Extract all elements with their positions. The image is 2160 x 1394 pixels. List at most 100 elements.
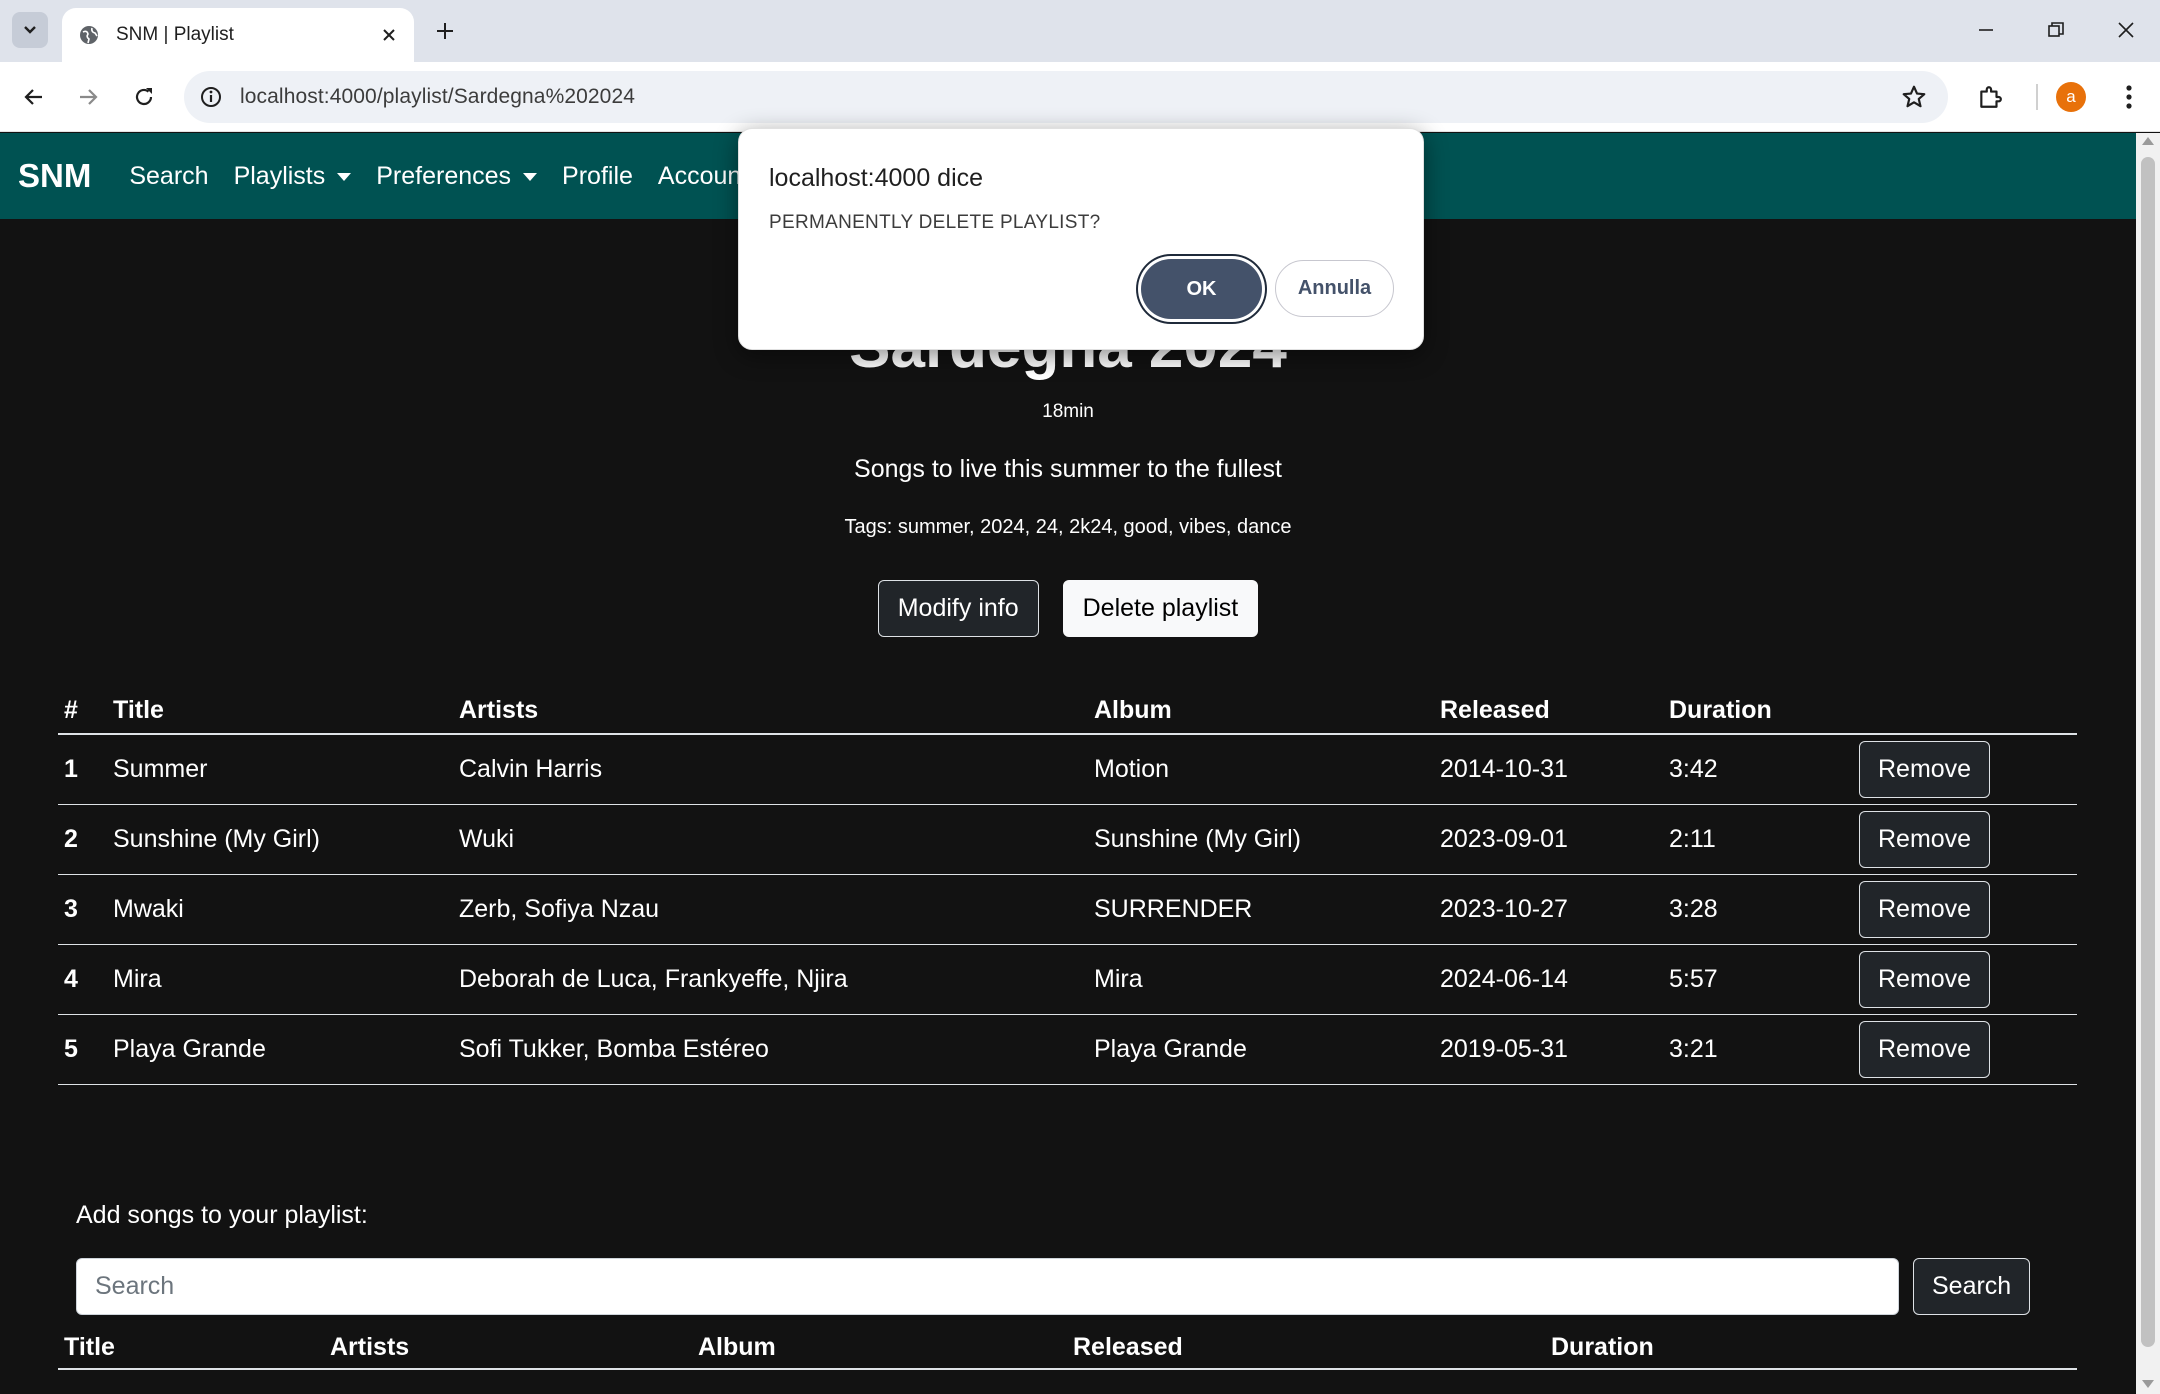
nav-account[interactable]: Account [658, 162, 748, 191]
nav-preferences-label: Preferences [376, 161, 512, 190]
tab-search-dropdown[interactable] [12, 12, 48, 48]
song-number: 4 [58, 944, 107, 1015]
nav-profile-label: Profile [562, 161, 633, 190]
playlist-duration: 18min [1042, 401, 1094, 422]
song-artists: Wuki [453, 804, 1088, 875]
col-header-title: Title [107, 687, 453, 735]
close-icon [2118, 22, 2134, 38]
table-row: 2 Sunshine (My Girl) Wuki Sunshine (My G… [58, 804, 2077, 875]
song-search-input[interactable]: Search [76, 1258, 1899, 1315]
song-artists: Deborah de Luca, Frankyeffe, Njira [453, 944, 1088, 1015]
nav-preferences-dropdown[interactable]: Preferences [376, 161, 538, 191]
song-duration: 3:28 [1663, 874, 1853, 945]
song-album: Mira [1088, 944, 1434, 1015]
playlist-actions: Modify info Delete playlist [0, 580, 2136, 637]
song-released: 2019-05-31 [1434, 1014, 1663, 1085]
song-title: Mira [107, 944, 453, 1015]
new-tab-button[interactable] [428, 14, 462, 48]
nav-playlists-dropdown[interactable]: Playlists [234, 162, 352, 191]
remove-song-button[interactable]: Remove [1859, 1020, 1991, 1078]
song-album: SURRENDER [1088, 874, 1434, 945]
reload-button[interactable] [124, 77, 164, 117]
song-search-button[interactable]: Search [1913, 1258, 2031, 1315]
tab-title: SNM | Playlist [116, 24, 234, 45]
page-scrollbar[interactable] [2136, 133, 2160, 1394]
song-actions: Remove [1853, 734, 2077, 805]
scroll-up-icon[interactable] [2142, 137, 2154, 145]
song-title: Mwaki [107, 874, 453, 945]
nav-search[interactable]: Search [129, 162, 208, 191]
results-col-title: Title [64, 1333, 115, 1361]
brand-logo[interactable]: SNM [18, 157, 91, 195]
remove-song-button[interactable]: Remove [1859, 810, 1991, 868]
add-songs-label: Add songs to your playlist: [76, 1201, 368, 1229]
results-col-artists: Artists [330, 1333, 410, 1361]
forward-button[interactable] [68, 77, 108, 117]
table-row: 4 Mira Deborah de Luca, Frankyeffe, Njir… [58, 944, 2077, 1015]
song-artists: Sofi Tukker, Bomba Estéreo [453, 1014, 1088, 1085]
col-header-album: Album [1088, 687, 1434, 735]
col-header-released: Released [1434, 687, 1663, 735]
remove-song-button[interactable]: Remove [1859, 880, 1991, 938]
song-title: Playa Grande [107, 1014, 453, 1085]
results-col-released: Released [1073, 1333, 1183, 1361]
remove-song-button[interactable]: Remove [1859, 740, 1991, 798]
nav-profile[interactable]: Profile [562, 162, 633, 191]
col-header-duration: Duration [1663, 687, 1853, 735]
song-title: Sunshine (My Girl) [107, 804, 453, 875]
song-released: 2014-10-31 [1434, 734, 1663, 805]
table-header-row: # Title Artists Album Released Duration [58, 687, 2077, 735]
caret-down-icon [337, 173, 352, 181]
dialog-title: localhost:4000 dice [769, 164, 984, 192]
profile-avatar[interactable]: a [2056, 82, 2086, 112]
nav-search-label: Search [129, 161, 209, 190]
modify-info-button[interactable]: Modify info [877, 580, 1039, 637]
dialog-cancel-button[interactable]: Annulla [1275, 260, 1394, 317]
minimize-button[interactable] [1962, 10, 2010, 50]
browser-tab-bar: SNM | Playlist [0, 0, 2160, 62]
song-released: 2024-06-14 [1434, 944, 1663, 1015]
song-actions: Remove [1853, 1014, 2077, 1085]
results-col-album: Album [698, 1333, 776, 1361]
globe-icon [78, 24, 100, 46]
song-actions: Remove [1853, 944, 2077, 1015]
song-album: Motion [1088, 734, 1434, 805]
toolbar-divider [2036, 84, 2038, 110]
song-duration: 3:21 [1663, 1014, 1853, 1085]
playlist-songs-table: # Title Artists Album Released Duration … [58, 687, 2077, 1085]
results-col-duration: Duration [1551, 1333, 1654, 1361]
dialog-message: PERMANENTLY DELETE PLAYLIST? [769, 212, 1101, 233]
browser-tab-active[interactable]: SNM | Playlist [62, 8, 414, 62]
address-bar[interactable]: localhost:4000/playlist/Sardegna%202024 [184, 71, 1948, 123]
extensions-button[interactable] [1970, 77, 2010, 117]
minimize-icon [1979, 29, 1993, 31]
delete-playlist-button[interactable]: Delete playlist [1062, 580, 1259, 637]
scroll-down-icon[interactable] [2142, 1380, 2154, 1388]
bookmark-star-icon[interactable] [1896, 79, 1932, 115]
scrollbar-thumb[interactable] [2141, 157, 2155, 1347]
song-album: Sunshine (My Girl) [1088, 804, 1434, 875]
song-title: Summer [107, 734, 453, 805]
url-text[interactable]: localhost:4000/playlist/Sardegna%202024 [240, 85, 1896, 109]
site-info-icon[interactable] [198, 84, 224, 110]
close-icon[interactable] [374, 20, 404, 50]
arrow-left-icon [24, 89, 42, 105]
arrow-right-icon [80, 89, 98, 105]
restore-button[interactable] [2032, 10, 2080, 50]
confirm-dialog: localhost:4000 dice PERMANENTLY DELETE P… [738, 128, 1424, 350]
back-button[interactable] [14, 77, 54, 117]
table-row: 5 Playa Grande Sofi Tukker, Bomba Estére… [58, 1014, 2077, 1085]
dialog-ok-button[interactable]: OK [1141, 259, 1262, 319]
song-released: 2023-09-01 [1434, 804, 1663, 875]
col-header-actions [1853, 687, 2077, 735]
puzzle-icon [1980, 86, 2002, 108]
remove-song-button[interactable]: Remove [1859, 950, 1991, 1008]
chevron-down-icon [24, 26, 36, 34]
song-artists: Zerb, Sofiya Nzau [453, 874, 1088, 945]
plus-icon [437, 23, 453, 39]
window-close-button[interactable] [2102, 10, 2150, 50]
browser-menu-button[interactable] [2112, 77, 2146, 117]
song-number: 2 [58, 804, 107, 875]
song-released: 2023-10-27 [1434, 874, 1663, 945]
caret-down-icon [523, 173, 538, 181]
